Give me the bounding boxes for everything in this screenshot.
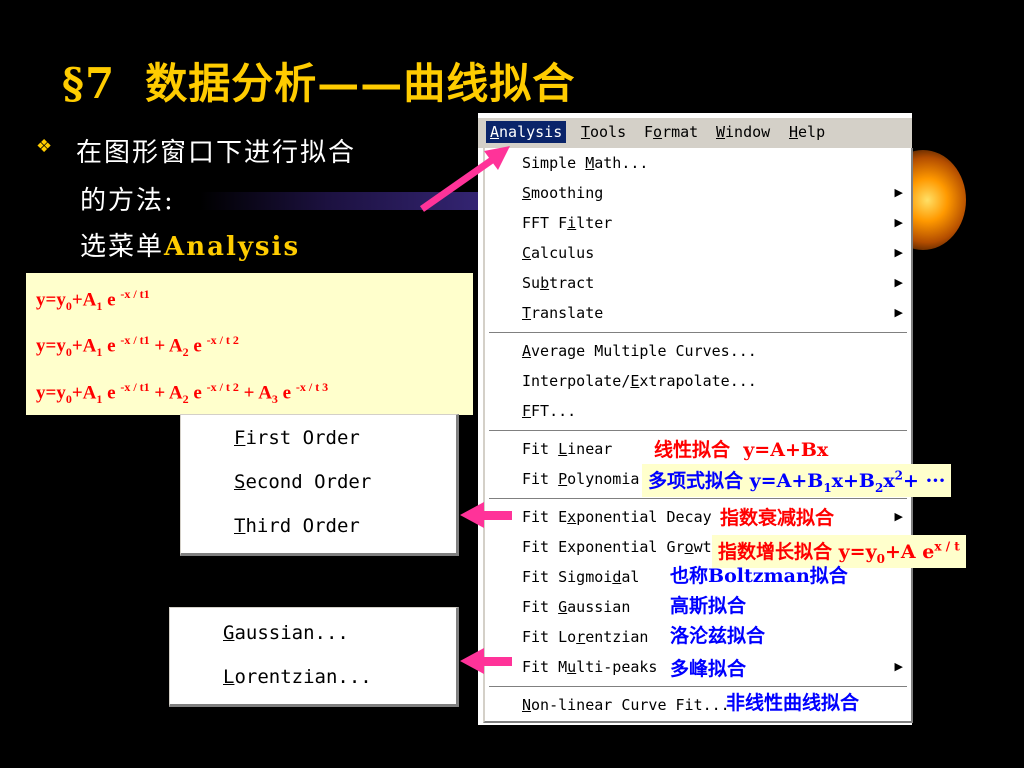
pink-arrows xyxy=(419,146,512,674)
arrow-to-multipeaks-icon xyxy=(460,648,512,674)
arrow-to-analysis-icon xyxy=(419,146,510,212)
arrow-to-exp-decay-icon xyxy=(460,502,512,528)
